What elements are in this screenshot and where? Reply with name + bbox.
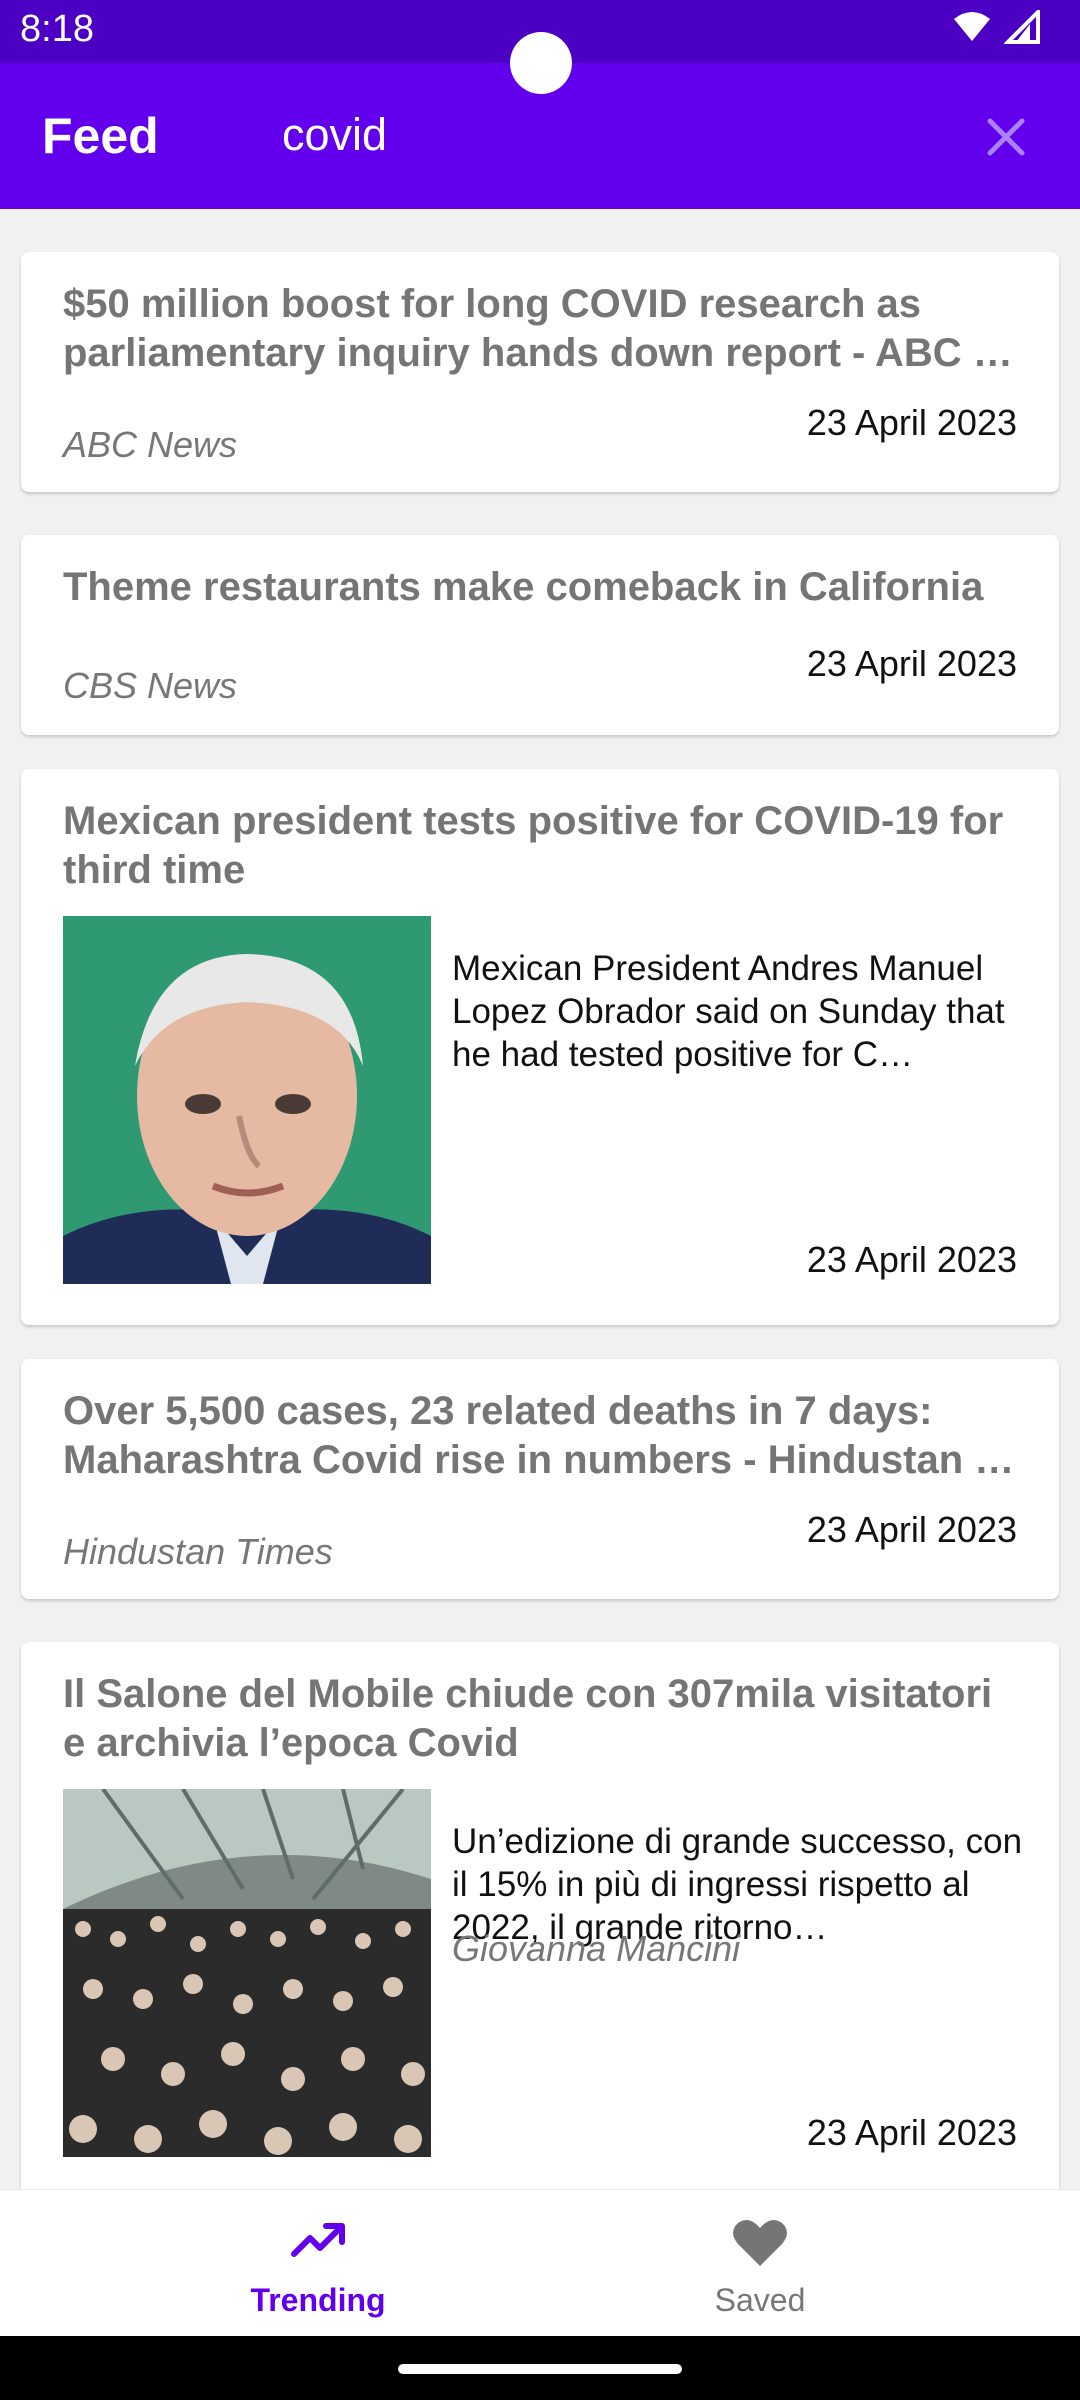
article-card[interactable]: Mexican president tests positive for COV… (21, 769, 1059, 1325)
nav-item-label: Trending (250, 2282, 386, 2318)
article-source: Giovanna Mancini (452, 1928, 741, 1969)
article-source: CBS News (63, 665, 238, 706)
crowd-photo (63, 1789, 431, 2157)
status-icons (952, 10, 1040, 44)
search-query-text[interactable]: covid (282, 109, 387, 161)
system-gesture-bar (0, 2336, 1080, 2400)
signal-icon (1004, 10, 1040, 44)
heart-icon (733, 2219, 787, 2266)
nav-item-trending[interactable]: Trending (168, 2190, 468, 2337)
article-date: 23 April 2023 (806, 643, 1017, 684)
article-card[interactable]: Il Salone del Mobile chiude con 307mila … (21, 1642, 1059, 2189)
article-image (63, 916, 431, 1284)
article-headline: Over 5,500 cases, 23 related deaths in 7… (63, 1389, 1015, 1482)
article-headline: $50 million boost for long COVID researc… (63, 282, 1013, 375)
wifi-icon (954, 12, 990, 41)
article-card[interactable]: Over 5,500 cases, 23 related deaths in 7… (21, 1359, 1059, 1599)
article-image (63, 1789, 431, 2157)
article-date: 23 April 2023 (806, 402, 1017, 443)
article-headline: Theme restaurants make comeback in Calif… (63, 565, 984, 609)
article-source: ABC News (63, 424, 238, 465)
article-description: Mexican President Andres Manuel Lopez Ob… (452, 949, 1005, 1074)
home-gesture-handle[interactable] (398, 2364, 682, 2374)
trending-up-icon (291, 2223, 345, 2257)
page-title: Feed (42, 108, 159, 164)
nav-item-label: Saved (714, 2282, 806, 2318)
article-source: Hindustan Times (63, 1531, 333, 1572)
camera-cutout (510, 32, 572, 94)
nav-item-saved[interactable]: Saved (610, 2190, 910, 2337)
bottom-navigation: Trending Saved (0, 2189, 1080, 2337)
article-date: 23 April 2023 (806, 2112, 1017, 2153)
close-icon[interactable] (976, 107, 1036, 167)
status-time: 8:18 (20, 8, 94, 50)
news-feed[interactable]: $50 million boost for long COVID researc… (0, 209, 1080, 2189)
article-date: 23 April 2023 (806, 1509, 1017, 1550)
article-date: 23 April 2023 (806, 1239, 1017, 1280)
portrait-photo (63, 916, 431, 1284)
article-headline: Mexican president tests positive for COV… (63, 799, 1004, 892)
article-card[interactable]: Theme restaurants make comeback in Calif… (21, 535, 1059, 735)
article-headline: Il Salone del Mobile chiude con 307mila … (63, 1672, 993, 1765)
article-card[interactable]: $50 million boost for long COVID researc… (21, 252, 1059, 492)
